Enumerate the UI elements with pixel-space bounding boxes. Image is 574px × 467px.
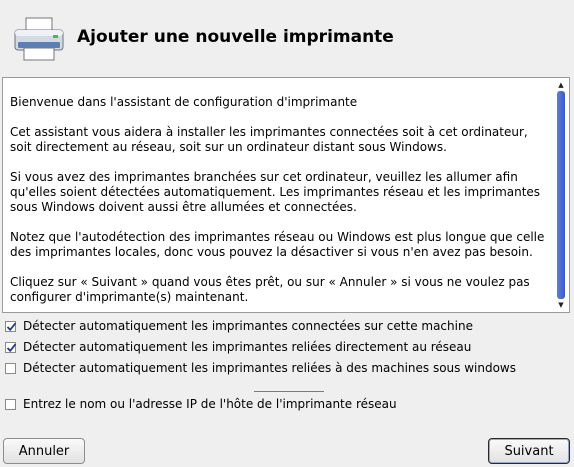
intro-text-panel[interactable]: Bienvenue dans l'assistant de configurat… <box>2 77 570 313</box>
option-detect-local[interactable]: Détecter automatiquement les imprimantes… <box>5 318 473 334</box>
option-label: Détecter automatiquement les imprimantes… <box>23 319 473 333</box>
intro-text: Bienvenue dans l'assistant de configurat… <box>10 95 550 312</box>
option-enter-host[interactable]: Entrez le nom ou l'adresse IP de l'hôte … <box>5 396 397 412</box>
vertical-scrollbar[interactable]: ▲ ▼ <box>555 80 567 310</box>
intro-paragraph: Cet assistant vous aidera à installer le… <box>10 125 528 154</box>
cancel-button[interactable]: Annuler <box>3 438 85 464</box>
next-button[interactable]: Suivant <box>488 438 570 464</box>
option-detect-network[interactable]: Détecter automatiquement les imprimantes… <box>5 339 471 355</box>
option-label: Détecter automatiquement les imprimantes… <box>23 361 516 375</box>
scroll-down-arrow-icon[interactable]: ▼ <box>555 300 567 310</box>
intro-paragraph: Bienvenue dans l'assistant de configurat… <box>10 95 358 109</box>
option-label: Détecter automatiquement les imprimantes… <box>23 340 472 354</box>
checkbox-detect-network[interactable] <box>5 341 17 353</box>
intro-paragraph: Notez que l'autodétection des imprimante… <box>10 230 545 259</box>
separator <box>254 391 324 392</box>
intro-paragraph: Cliquez sur « Suivant » quand vous êtes … <box>10 275 530 304</box>
option-detect-windows[interactable]: Détecter automatiquement les imprimantes… <box>5 360 516 376</box>
scrollbar-track[interactable] <box>557 91 565 299</box>
checkbox-enter-host[interactable] <box>5 398 16 410</box>
checkbox-detect-windows[interactable] <box>5 362 16 374</box>
checkbox-detect-local[interactable] <box>5 320 17 332</box>
scrollbar-thumb[interactable] <box>557 91 565 299</box>
option-label: Entrez le nom ou l'adresse IP de l'hôte … <box>23 397 397 411</box>
wizard-header: Ajouter une nouvelle imprimante <box>0 0 574 76</box>
page-title: Ajouter une nouvelle imprimante <box>77 27 394 47</box>
scroll-up-arrow-icon[interactable]: ▲ <box>555 80 567 90</box>
intro-paragraph: Si vous avez des imprimantes branchées s… <box>10 170 541 214</box>
printer-icon <box>12 16 66 62</box>
